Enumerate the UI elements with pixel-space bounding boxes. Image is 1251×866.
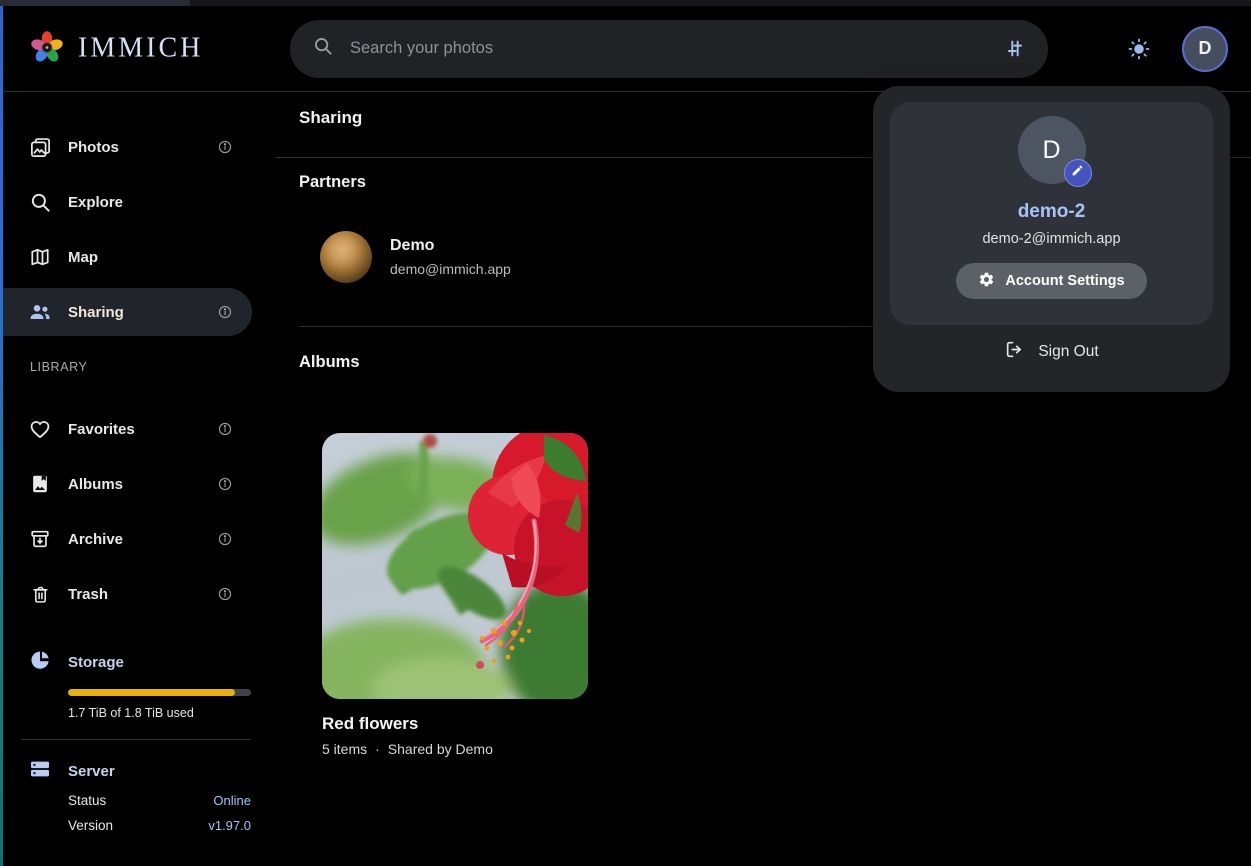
app-name: IMMICH [78,33,203,65]
sidebar-item-map[interactable]: Map [3,233,252,281]
search-input[interactable] [350,39,987,58]
account-menu: D demo-2 demo-2@immich.app Account Setti… [873,86,1230,392]
server-panel: Server Status Online Version v1.97.0 [3,754,252,838]
search-bar[interactable] [290,20,1048,78]
library-section-header: LIBRARY [30,360,252,374]
storage-progress-fill [68,689,235,696]
sidebar-item-label: Map [68,249,234,266]
album-card[interactable]: Red flowers 5 items · Shared by Demo [322,433,588,757]
pencil-icon [1071,164,1084,182]
albums-icon [28,472,52,496]
user-avatar[interactable]: D [1182,26,1228,72]
sidebar-item-label: Trash [68,586,200,603]
avatar-initial: D [1199,38,1212,59]
server-status-row: Status Online [68,788,251,813]
server-status-value: Online [213,793,251,808]
account-settings-button[interactable]: Account Settings [956,263,1146,299]
storage-used-text: 1.7 TiB of 1.8 TiB used [68,706,252,720]
account-card: D demo-2 demo-2@immich.app Account Setti… [890,102,1213,325]
info-icon[interactable] [216,303,234,321]
sidebar-item-photos[interactable]: Photos [3,123,252,171]
search-filter-icon[interactable] [1003,37,1026,60]
account-avatar-initial: D [1042,136,1060,165]
immich-flower-icon [28,27,66,70]
divider [22,739,251,740]
partner-email: demo@immich.app [390,261,511,277]
partners-heading: Partners [299,173,366,192]
sign-out-icon [1004,339,1025,365]
account-settings-label: Account Settings [1005,273,1124,289]
sign-out-button[interactable]: Sign Out [873,333,1230,371]
info-icon[interactable] [216,475,234,493]
trash-icon [28,582,52,606]
sign-out-label: Sign Out [1038,343,1098,361]
sidebar-item-favorites[interactable]: Favorites [3,405,252,453]
storage-progress-bar [68,689,251,696]
theme-toggle-sun-icon[interactable] [1122,32,1156,66]
explore-icon [28,190,52,214]
sidebar-item-label: Explore [68,194,234,211]
page-title: Sharing [299,108,362,128]
window-top-edge [0,0,1251,6]
sidebar-item-label: Archive [68,531,200,548]
sidebar: Photos Explore Map [3,93,252,866]
storage-panel: Storage 1.7 TiB of 1.8 TiB used [3,645,252,720]
sidebar-item-explore[interactable]: Explore [3,178,252,226]
album-title: Red flowers [322,714,588,734]
info-icon[interactable] [216,530,234,548]
info-icon[interactable] [216,138,234,156]
archive-icon [28,527,52,551]
server-version-value: v1.97.0 [208,818,251,833]
edit-avatar-button[interactable] [1064,159,1092,187]
album-shared-by: Shared by Demo [388,741,493,757]
partner-name: Demo [390,237,511,255]
server-version-label: Version [68,818,113,833]
pie-chart-icon [28,648,52,677]
album-thumbnail-red-hibiscus [322,433,588,699]
app-logo[interactable]: IMMICH [28,27,203,70]
sidebar-item-sharing[interactable]: Sharing [3,288,252,336]
sidebar-item-label: Photos [68,139,200,156]
heart-icon [28,417,52,441]
partner-avatar [320,231,372,283]
info-icon[interactable] [216,585,234,603]
info-icon[interactable] [216,420,234,438]
server-label: Server [68,763,115,780]
sidebar-item-label: Sharing [68,304,200,321]
albums-heading: Albums [299,353,360,372]
top-bar: IMMICH D [3,6,1251,92]
sidebar-item-label: Albums [68,476,200,493]
sidebar-item-trash[interactable]: Trash [3,570,252,618]
storage-label: Storage [68,654,124,671]
window-left-edge [0,6,3,866]
partner-row[interactable]: Demo demo@immich.app [320,231,511,283]
server-version-row: Version v1.97.0 [68,813,251,838]
divider [299,326,873,327]
photos-icon [28,135,52,159]
map-icon [28,245,52,269]
album-meta: 5 items · Shared by Demo [322,741,588,757]
account-username: demo-2 [1018,201,1086,223]
account-email: demo-2@immich.app [982,231,1120,247]
sidebar-item-archive[interactable]: Archive [3,515,252,563]
album-item-count: 5 items [322,741,367,757]
server-icon [28,757,52,786]
sharing-icon [28,300,52,324]
gear-icon [978,271,995,292]
album-meta-separator: · [375,741,380,757]
server-status-label: Status [68,793,106,808]
sidebar-item-label: Favorites [68,421,200,438]
search-icon [312,35,334,62]
sidebar-item-albums[interactable]: Albums [3,460,252,508]
